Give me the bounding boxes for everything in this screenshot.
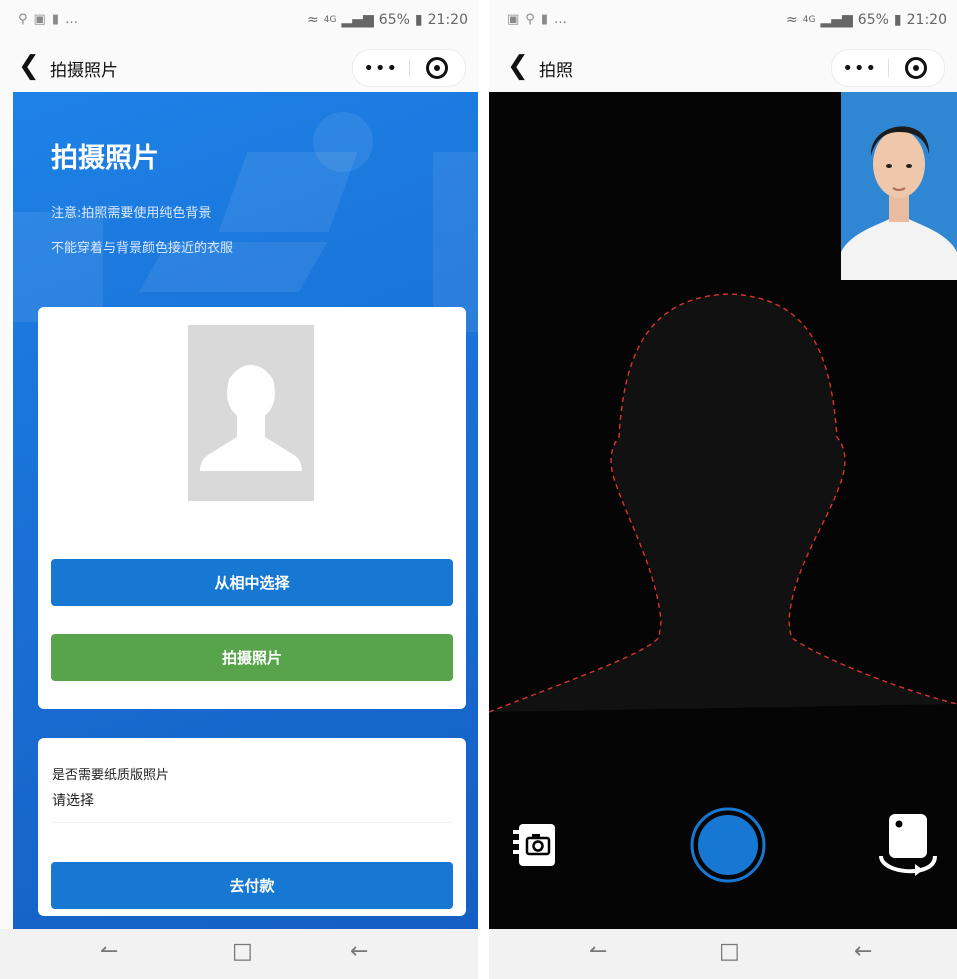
hero-banner: 拍摄照片 注意:拍照需要使用纯色背景 不能穿着与背景颜色接近的衣服 从相中选择 … xyxy=(13,92,478,929)
more-menu-button[interactable]: ••• xyxy=(832,58,888,79)
clock: 21:20 xyxy=(906,12,947,28)
notice-line-1: 注意:拍照需要使用纯色背景 xyxy=(51,206,212,221)
battery-icon: ▮ xyxy=(414,12,423,28)
more-menu-button[interactable]: ••• xyxy=(353,58,409,79)
camera-controls xyxy=(489,798,957,929)
more-notifications: … xyxy=(64,12,78,27)
network-type: 4G xyxy=(802,15,816,25)
home-icon[interactable]: □ xyxy=(232,939,253,964)
close-miniprogram-button[interactable] xyxy=(888,57,944,79)
recent-apps-icon[interactable]: ↼ xyxy=(100,939,118,964)
back-icon[interactable]: ❮ xyxy=(507,51,529,81)
camera-page-screen: ▣ ⚲ ▮ … ≈ 4G ▂▄▆ 65% ▮ 21:20 ❮ 拍照 ••• ↼ … xyxy=(489,0,957,979)
back-arrow-icon[interactable]: ← xyxy=(350,939,368,964)
avatar-placeholder xyxy=(188,325,314,501)
search-icon: ⚲ xyxy=(525,12,535,27)
back-icon[interactable]: ❮ xyxy=(18,51,40,81)
miniprogram-capsule: ••• xyxy=(352,49,466,87)
battery-icon: ▮ xyxy=(893,12,902,28)
pay-button[interactable]: 去付款 xyxy=(51,862,453,909)
person-silhouette-icon xyxy=(200,365,302,471)
home-icon[interactable]: □ xyxy=(719,939,740,964)
status-bar: ⚲ ▣ ▮ … ≈ 4G ▂▄▆ 65% ▮ 21:20 xyxy=(0,0,478,44)
message-notification-icon: ▮ xyxy=(51,12,59,27)
paper-photo-select[interactable]: 请选择 xyxy=(52,790,94,810)
gallery-notification-icon: ▣ xyxy=(507,12,520,27)
decor-shape xyxy=(13,212,103,322)
record-icon xyxy=(905,57,928,79)
gallery-notification-icon: ▣ xyxy=(33,12,46,27)
divider xyxy=(52,822,452,823)
id-photo-preview xyxy=(841,92,957,280)
search-icon: ⚲ xyxy=(18,12,28,27)
status-bar: ▣ ⚲ ▮ … ≈ 4G ▂▄▆ 65% ▮ 21:20 xyxy=(489,0,957,44)
nav-bar: ❮ 拍照 ••• xyxy=(489,44,957,92)
more-notifications: … xyxy=(553,12,567,27)
system-nav-bar: ↼ □ ← xyxy=(489,929,957,979)
page-heading: 拍摄照片 xyxy=(51,143,159,174)
recent-apps-icon[interactable]: ↼ xyxy=(589,939,607,964)
wifi-icon: ≈ xyxy=(307,12,319,28)
take-photo-button[interactable]: 拍摄照片 xyxy=(51,634,453,681)
battery-percent: 65% xyxy=(378,12,410,28)
shutter-button[interactable] xyxy=(689,806,767,888)
nav-title: 拍摄照片 xyxy=(50,61,118,81)
portrait-photo xyxy=(841,92,957,280)
close-miniprogram-button[interactable] xyxy=(409,57,465,79)
record-icon xyxy=(426,57,449,79)
back-arrow-icon[interactable]: ← xyxy=(854,939,872,964)
battery-percent: 65% xyxy=(857,12,889,28)
paper-photo-card: 是否需要纸质版照片 请选择 去付款 xyxy=(38,738,466,916)
photo-card: 从相中选择 拍摄照片 xyxy=(38,307,466,709)
notice-line-2: 不能穿着与背景颜色接近的衣服 xyxy=(51,241,234,256)
clock: 21:20 xyxy=(427,12,468,28)
photo-page-screen: ⚲ ▣ ▮ … ≈ 4G ▂▄▆ 65% ▮ 21:20 ❮ 拍摄照片 ••• xyxy=(0,0,478,979)
wifi-icon: ≈ xyxy=(786,12,798,28)
album-icon[interactable] xyxy=(511,820,561,874)
nav-title: 拍照 xyxy=(539,61,573,81)
nav-bar: ❮ 拍摄照片 ••• xyxy=(0,44,478,92)
miniprogram-capsule: ••• xyxy=(831,49,945,87)
decor-shape xyxy=(313,112,373,172)
choose-from-album-button[interactable]: 从相中选择 xyxy=(51,559,453,606)
signal-icon: ▂▄▆ xyxy=(820,12,853,28)
paper-photo-label: 是否需要纸质版照片 xyxy=(52,768,170,783)
camera-viewfinder xyxy=(489,92,957,929)
decor-shape xyxy=(433,152,478,332)
system-nav-bar: ↼ □ ← xyxy=(0,929,478,979)
signal-icon: ▂▄▆ xyxy=(341,12,374,28)
network-type: 4G xyxy=(323,15,337,25)
message-notification-icon: ▮ xyxy=(540,12,548,27)
switch-camera-icon[interactable] xyxy=(875,812,941,882)
